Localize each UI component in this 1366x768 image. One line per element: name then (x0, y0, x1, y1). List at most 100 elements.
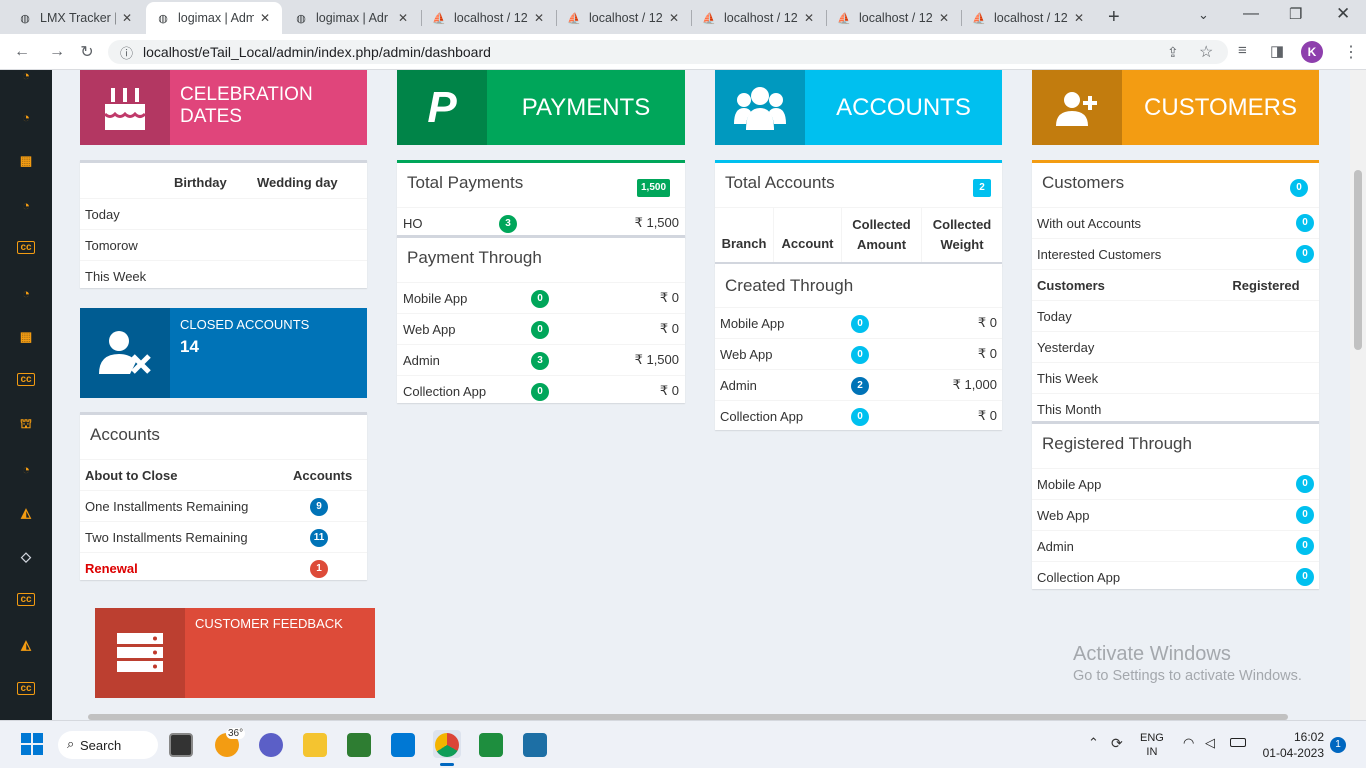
maximize-icon[interactable]: ❐ (1289, 5, 1302, 23)
phpmyadmin-icon: ⛵ (972, 12, 986, 25)
minimize-icon[interactable]: — (1243, 5, 1259, 23)
share-icon[interactable]: ⇪ (1167, 44, 1179, 61)
table-row[interactable]: One Installments Remaining 9 (80, 490, 367, 521)
table-row[interactable]: HO 3 ₹ 1,500 (397, 207, 685, 238)
media-icon[interactable]: ≡ (1238, 42, 1247, 59)
browser-tab[interactable]: ⛵ localhost / 12 ✕ (962, 2, 1096, 34)
table-row[interactable]: Two Installments Remaining 11 (80, 521, 367, 552)
browser-tab[interactable]: ⛵ localhost / 12 ✕ (557, 2, 691, 34)
pie-chart-icon[interactable]: ◔ (17, 109, 35, 125)
table-row[interactable]: Renewal 1 (80, 552, 367, 583)
table-row[interactable]: Admin 2 ₹ 1,000 (715, 369, 1002, 400)
tab-title: localhost / 12 (859, 11, 933, 25)
table-row[interactable]: Web App 0 ₹ 0 (715, 338, 1002, 369)
gift-icon[interactable]: ⛫ (17, 416, 35, 433)
pie-chart-icon[interactable]: ◔ (17, 285, 35, 301)
chevron-up-icon[interactable]: ⌃ (1088, 735, 1099, 751)
vertical-scrollbar[interactable] (1350, 70, 1366, 720)
table-row[interactable]: Collection App 0 (1032, 561, 1319, 592)
task-view-icon[interactable] (169, 733, 193, 757)
file-explorer-icon[interactable] (303, 733, 327, 757)
taskbar-search[interactable]: ⌕ Search (58, 731, 158, 759)
table-row[interactable]: Collection App 0 ₹ 0 (715, 400, 1002, 431)
browser-tab[interactable]: ⛵ localhost / 12 ✕ (692, 2, 826, 34)
forward-icon[interactable]: → (47, 42, 67, 62)
spreadsheet-app-icon[interactable] (347, 733, 371, 757)
celebration-dates-box[interactable]: CELEBRATION DATES (80, 70, 367, 145)
accounts-box[interactable]: ACCOUNTS (715, 70, 1002, 145)
new-tab-icon[interactable]: + (1108, 6, 1120, 29)
table-row[interactable]: Mobile App 0 (1032, 468, 1319, 499)
volume-icon[interactable]: ◁ (1205, 735, 1215, 751)
table-row[interactable]: Interested Customers 0 (1032, 238, 1319, 269)
vscode-icon[interactable] (391, 733, 415, 757)
notepad-icon[interactable] (523, 733, 547, 757)
close-tab-icon[interactable]: ✕ (258, 11, 272, 25)
row-label: Tomorow (85, 237, 138, 253)
closed-accounts-box[interactable]: CLOSED ACCOUNTS 14 (80, 308, 367, 398)
table-row[interactable]: Web App 0 (1032, 499, 1319, 530)
battery-icon[interactable] (1230, 738, 1246, 747)
area-chart-icon[interactable]: ◭ (17, 505, 35, 521)
diamond-icon[interactable]: ◇ (17, 549, 35, 565)
server-icon (95, 608, 185, 698)
back-icon[interactable]: ← (12, 42, 32, 62)
area-chart-icon[interactable]: ◭ (17, 637, 35, 653)
about-to-close-header: About to Close (85, 467, 178, 483)
close-tab-icon[interactable]: ✕ (396, 11, 410, 25)
activation-watermark-title: Activate Windows (1073, 643, 1231, 665)
browser-tab-active[interactable]: ◍ logimax | Adm ✕ (146, 2, 282, 34)
close-tab-icon[interactable]: ✕ (1072, 11, 1086, 25)
browser-tab[interactable]: ⛵ localhost / 12 ✕ (827, 2, 961, 34)
url-bar[interactable]: ⓘ localhost/eTail_Local/admin/index.php/… (108, 40, 1228, 64)
close-tab-icon[interactable]: ✕ (667, 11, 681, 25)
teams-chat-icon[interactable] (259, 733, 283, 757)
browser-tab[interactable]: ⛵ localhost / 12 ✕ (422, 2, 556, 34)
table-row[interactable]: Admin 3 ₹ 1,500 (397, 344, 685, 375)
table-row[interactable]: Collection App 0 ₹ 0 (397, 375, 685, 406)
tab-search-icon[interactable]: ⌄ (1198, 7, 1209, 23)
chat-app-icon[interactable] (479, 733, 503, 757)
windows-start-icon[interactable] (21, 733, 43, 755)
scrollbar-thumb[interactable] (1354, 170, 1362, 350)
calculator-icon[interactable]: ▦ (17, 329, 35, 345)
close-tab-icon[interactable]: ✕ (802, 11, 816, 25)
payments-box[interactable]: P PAYMENTS (397, 70, 685, 145)
cc-icon[interactable]: cc (17, 682, 35, 695)
close-window-icon[interactable]: ✕ (1336, 4, 1350, 24)
customers-title: CUSTOMERS (1144, 93, 1297, 121)
globe-icon: ◍ (20, 12, 30, 25)
language-indicator[interactable]: ENG IN (1140, 731, 1164, 759)
cc-icon[interactable]: cc (17, 373, 35, 386)
customer-feedback-box[interactable]: CUSTOMER FEEDBACK (95, 608, 375, 698)
notification-badge[interactable]: 1 (1330, 737, 1346, 753)
table-row[interactable]: Web App 0 ₹ 0 (397, 313, 685, 344)
bookmark-star-icon[interactable]: ☆ (1199, 42, 1213, 62)
pie-chart-icon[interactable]: ◔ (17, 67, 35, 83)
cc-icon[interactable]: cc (17, 593, 35, 606)
table-row[interactable]: Mobile App 0 ₹ 0 (715, 307, 1002, 338)
sync-icon[interactable]: ⟳ (1111, 735, 1123, 752)
chrome-icon[interactable] (435, 733, 459, 757)
side-panel-icon[interactable]: ◨ (1270, 42, 1284, 60)
browser-tab[interactable]: ◍ logimax | Adr ✕ (284, 2, 420, 34)
close-tab-icon[interactable]: ✕ (937, 11, 951, 25)
close-tab-icon[interactable]: ✕ (120, 11, 134, 25)
cc-icon[interactable]: cc (17, 241, 35, 254)
table-row[interactable]: Admin 0 (1032, 530, 1319, 561)
profile-avatar[interactable]: K (1301, 41, 1323, 63)
close-tab-icon[interactable]: ✕ (532, 11, 546, 25)
menu-dots-icon[interactable]: ⋮ (1343, 42, 1359, 62)
row-label: Collection App (1037, 569, 1121, 585)
customers-box[interactable]: CUSTOMERS (1032, 70, 1319, 145)
pie-chart-icon[interactable]: ◔ (17, 197, 35, 213)
table-row[interactable]: With out Accounts 0 (1032, 207, 1319, 238)
table-row[interactable]: Mobile App 0 ₹ 0 (397, 282, 685, 313)
browser-tab[interactable]: ◍ LMX Tracker | ✕ (8, 2, 144, 34)
calendar-icon[interactable]: ▦ (17, 153, 35, 169)
clock[interactable]: 16:02 01-04-2023 (1262, 729, 1324, 761)
wifi-icon[interactable]: ◠ (1183, 735, 1194, 751)
pie-chart-icon[interactable]: ◔ (17, 461, 35, 477)
row-amount: ₹ 1,500 (634, 215, 679, 230)
reload-icon[interactable]: ↻ (77, 42, 97, 62)
